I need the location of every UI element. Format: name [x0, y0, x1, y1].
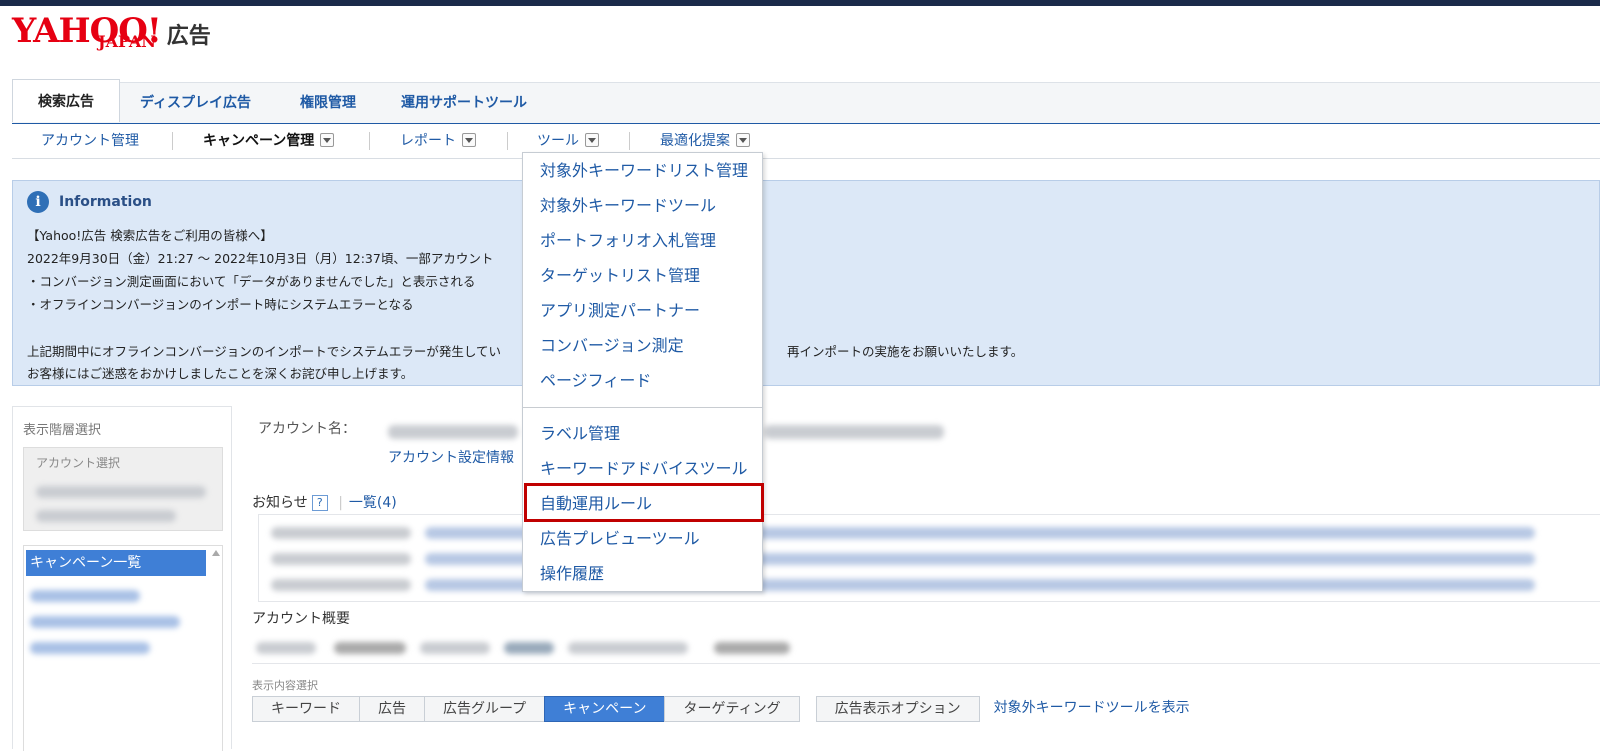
view-tab-ads[interactable]: 広告: [359, 696, 424, 722]
menu-item-page-feed[interactable]: ページフィード: [540, 366, 651, 396]
view-tabs: キーワード 広告 広告グループ キャンペーン ターゲティング 広告表示オプション…: [252, 696, 1190, 722]
blurred-campaign-item[interactable]: [30, 616, 180, 628]
account-overview-label: アカウント概要: [252, 611, 350, 627]
blurred-overview: [504, 642, 554, 654]
view-tab-keyword[interactable]: キーワード: [252, 696, 359, 722]
blurred-account-name: [388, 425, 518, 439]
subnav-campaign-management[interactable]: キャンペーン管理: [203, 124, 335, 158]
blurred-overview: [568, 642, 688, 654]
chevron-down-icon[interactable]: [585, 133, 599, 147]
blurred-overview: [714, 642, 790, 654]
view-select-label: 表示内容選択: [252, 679, 318, 692]
blurred-account-name: [36, 510, 176, 522]
menu-item-keyword-advice-tool[interactable]: キーワードアドバイスツール: [540, 454, 748, 484]
information-title: Information: [59, 194, 152, 210]
chevron-down-icon[interactable]: [462, 133, 476, 147]
information-panel: i Information 【Yahoo!広告 検索広告をご利用の皆様へ】 20…: [12, 180, 1600, 386]
account-select-box[interactable]: アカウント選択: [23, 447, 223, 531]
hierarchy-panel: 表示階層選択 アカウント選択 キャンペーン一覧: [12, 406, 232, 751]
account-name-label: アカウント名：: [258, 421, 356, 437]
blurred-overview: [334, 642, 406, 654]
campaign-list: キャンペーン一覧: [23, 545, 223, 751]
tab-search-ads[interactable]: 検索広告: [12, 79, 120, 122]
chevron-down-icon[interactable]: [736, 133, 750, 147]
tab-display-ads[interactable]: ディスプレイ広告: [140, 83, 251, 123]
blurred-overview: [256, 642, 316, 654]
campaign-list-header[interactable]: キャンペーン一覧: [26, 550, 206, 576]
account-select-label: アカウント選択: [36, 456, 121, 470]
subnav-separator: [629, 132, 630, 150]
info-line: 再インポートの実施をお願いいたします。: [787, 344, 1024, 359]
blurred-notice-date: [271, 553, 411, 565]
view-tab-adgroup[interactable]: 広告グループ: [424, 696, 545, 722]
blurred-account-name: [36, 486, 206, 498]
info-line: お客様にはご迷惑をおかけしましたことを深くお詫び申し上げます。: [27, 366, 414, 381]
menu-item-operation-history[interactable]: 操作履歴: [540, 559, 604, 589]
information-header: i Information: [27, 191, 152, 213]
scroll-up-icon[interactable]: [212, 550, 220, 556]
menu-item-target-list[interactable]: ターゲットリスト管理: [540, 261, 700, 291]
subnav-separator: [172, 132, 173, 150]
hierarchy-title: 表示階層選択: [23, 423, 102, 438]
subnav-separator: [507, 132, 508, 150]
highlight-box-auto-rules: [524, 483, 764, 522]
view-tab-campaign[interactable]: キャンペーン: [544, 696, 665, 722]
tab-support-tools[interactable]: 運用サポートツール: [401, 83, 527, 123]
blurred-account-id: [764, 425, 944, 439]
menu-divider: [523, 407, 762, 408]
blurred-notice-date: [271, 579, 411, 591]
ad-display-option-button[interactable]: 広告表示オプション: [815, 696, 980, 722]
help-icon[interactable]: ?: [311, 495, 328, 511]
blurred-campaign-item[interactable]: [30, 642, 150, 654]
menu-item-portfolio-bidding[interactable]: ポートフォリオ入札管理: [540, 226, 716, 256]
main-tab-bar: 検索広告 ディスプレイ広告 権限管理 運用サポートツール: [12, 79, 1600, 125]
divider: [252, 663, 1600, 664]
logo-sub-text: JAPAN: [98, 32, 156, 51]
chevron-down-icon[interactable]: [320, 133, 335, 147]
subnav-separator: [369, 132, 370, 150]
view-tab-targeting[interactable]: ターゲティング: [664, 696, 800, 722]
info-icon: i: [27, 191, 49, 213]
top-border: [0, 0, 1600, 6]
menu-item-app-measurement-partner[interactable]: アプリ測定パートナー: [540, 296, 700, 326]
notice-box: [258, 514, 1600, 602]
menu-item-negative-keyword-list[interactable]: 対象外キーワードリスト管理: [540, 156, 748, 186]
menu-item-conversion-measurement[interactable]: コンバージョン測定: [540, 331, 684, 361]
notice-header: お知らせ? | 一覧(4): [252, 495, 397, 511]
negative-keyword-tool-link[interactable]: 対象外キーワードツールを表示: [994, 696, 1190, 722]
notice-list-link[interactable]: 一覧(4): [349, 495, 397, 511]
account-settings-link[interactable]: アカウント設定情報: [388, 447, 514, 467]
info-line: ・コンバージョン測定画面において「データがありませんでした」と表示される: [27, 274, 476, 289]
tools-dropdown-menu: 対象外キーワードリスト管理 対象外キーワードツール ポートフォリオ入札管理 ター…: [522, 152, 763, 592]
tab-permissions[interactable]: 権限管理: [300, 83, 356, 123]
menu-item-ad-preview-tool[interactable]: 広告プレビューツール: [540, 524, 700, 554]
info-line: 2022年9月30日（金）21:27 ～ 2022年10月3日（月）12:37頃…: [27, 251, 494, 266]
subnav-report[interactable]: レポート: [400, 124, 476, 158]
info-line: ・オフラインコンバージョンのインポート時にシステムエラーとなる: [27, 297, 414, 312]
menu-item-label-management[interactable]: ラベル管理: [540, 419, 620, 449]
sub-navigation: アカウント管理 キャンペーン管理 レポート ツール 最適化提案: [12, 124, 1600, 159]
info-line: 上記期間中にオフラインコンバージョンのインポートでシステムエラーが発生してい: [27, 344, 502, 359]
blurred-campaign-item[interactable]: [30, 590, 140, 602]
menu-item-negative-keyword-tool[interactable]: 対象外キーワードツール: [540, 191, 716, 221]
blurred-overview: [420, 642, 490, 654]
info-line: 【Yahoo!広告 検索広告をご利用の皆様へ】: [27, 228, 273, 243]
blurred-notice-date: [271, 527, 411, 539]
logo-product-text: 広告: [166, 24, 211, 49]
subnav-account-management[interactable]: アカウント管理: [41, 124, 139, 158]
